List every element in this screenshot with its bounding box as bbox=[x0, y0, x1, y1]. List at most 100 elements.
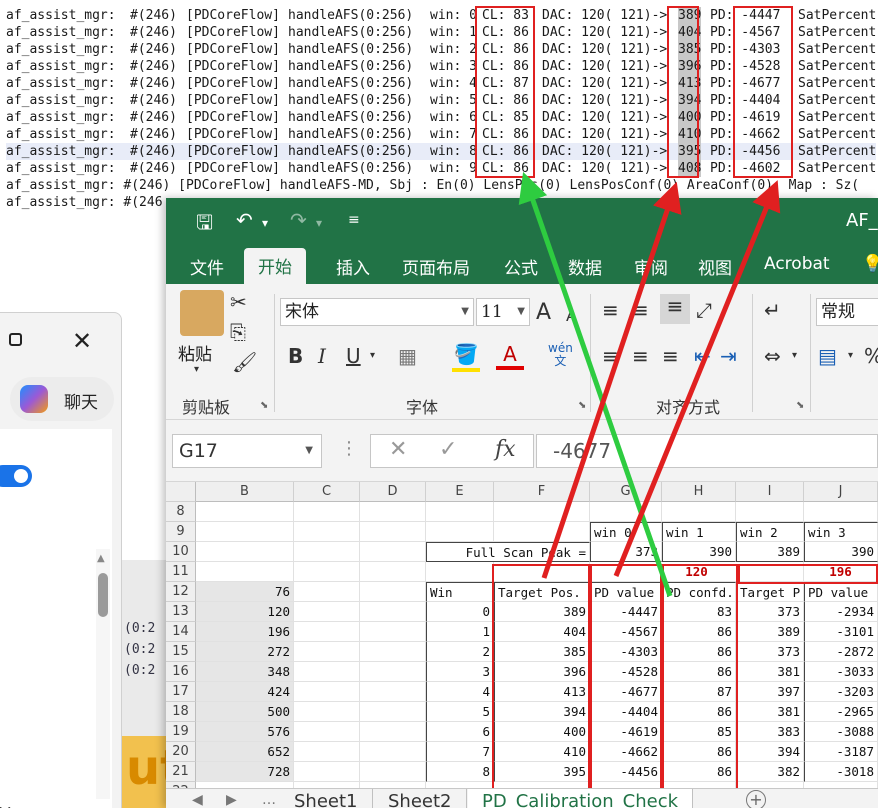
paste-label[interactable]: 粘贴 bbox=[178, 340, 212, 365]
tab-0[interactable]: 文件 bbox=[190, 254, 224, 279]
tab-5[interactable]: 数据 bbox=[568, 254, 602, 279]
sheet-tab-0[interactable]: Sheet1 bbox=[280, 789, 373, 808]
borders-icon[interactable]: ▦ bbox=[398, 344, 417, 368]
row-header[interactable]: 13 bbox=[166, 602, 196, 622]
formula-input[interactable]: -4677 bbox=[536, 434, 878, 468]
cell-I10[interactable]: 389 bbox=[736, 542, 804, 562]
cell-J17[interactable]: -3203 bbox=[804, 682, 878, 702]
cell-E14[interactable]: 1 bbox=[426, 622, 494, 642]
cut-icon[interactable]: ✂ bbox=[230, 290, 247, 314]
cell-F9[interactable] bbox=[494, 522, 590, 542]
cell-J16[interactable]: -3033 bbox=[804, 662, 878, 682]
scroll-up-icon[interactable]: ▲ bbox=[97, 553, 105, 564]
cell-E8[interactable] bbox=[426, 502, 494, 522]
cell-B20[interactable]: 652 bbox=[196, 742, 294, 762]
clipboard-launcher-icon[interactable]: ⬊ bbox=[260, 400, 268, 411]
cell-D9[interactable] bbox=[360, 522, 426, 542]
align-right-icon[interactable]: ≡ bbox=[662, 344, 679, 368]
close-icon[interactable]: ✕ bbox=[72, 327, 92, 355]
chat-button[interactable]: 聊天 bbox=[10, 377, 114, 421]
more-icon[interactable]: ⋮ bbox=[340, 438, 358, 459]
cell-H10[interactable]: 390 bbox=[662, 542, 736, 562]
cell-D10[interactable] bbox=[360, 542, 426, 562]
tab-6[interactable]: 审阅 bbox=[634, 254, 668, 279]
redo-icon[interactable]: ↷ bbox=[290, 208, 307, 232]
cell-E19[interactable]: 6 bbox=[426, 722, 494, 742]
cell-D13[interactable] bbox=[360, 602, 426, 622]
row-header[interactable]: 10 bbox=[166, 542, 196, 562]
column-header[interactable]: B bbox=[196, 482, 294, 502]
cell-D18[interactable] bbox=[360, 702, 426, 722]
sheet-tab-2[interactable]: PD_Calibration_Check bbox=[468, 789, 694, 808]
cell-C15[interactable] bbox=[294, 642, 360, 662]
cell-B9[interactable] bbox=[196, 522, 294, 542]
row-header[interactable]: 18 bbox=[166, 702, 196, 722]
fill-color-icon[interactable]: 🪣 bbox=[452, 342, 480, 372]
cell-J20[interactable]: -3187 bbox=[804, 742, 878, 762]
tab-8[interactable]: Acrobat bbox=[764, 254, 830, 274]
cell-F8[interactable] bbox=[494, 502, 590, 522]
row-header[interactable]: 12 bbox=[166, 582, 196, 602]
cell-B15[interactable]: 272 bbox=[196, 642, 294, 662]
paste-icon[interactable] bbox=[180, 290, 224, 336]
cell-C19[interactable] bbox=[294, 722, 360, 742]
cell-B11[interactable] bbox=[196, 562, 294, 582]
cell-D19[interactable] bbox=[360, 722, 426, 742]
cell-B18[interactable]: 500 bbox=[196, 702, 294, 722]
column-header[interactable]: I bbox=[736, 482, 804, 502]
cell-B13[interactable]: 120 bbox=[196, 602, 294, 622]
cell-J19[interactable]: -3088 bbox=[804, 722, 878, 742]
scrollbar-thumb[interactable] bbox=[98, 573, 108, 617]
cell-J18[interactable]: -2965 bbox=[804, 702, 878, 722]
cell-E20[interactable]: 7 bbox=[426, 742, 494, 762]
wrap-text-icon[interactable]: ↵ bbox=[764, 298, 781, 322]
row-header[interactable]: 11 bbox=[166, 562, 196, 582]
cell-J9[interactable]: win 3 bbox=[804, 522, 878, 542]
redo-dropdown-icon[interactable]: ▾ bbox=[316, 216, 322, 230]
column-header[interactable]: H bbox=[662, 482, 736, 502]
cell-D11[interactable] bbox=[360, 562, 426, 582]
cell-B12[interactable]: 76 bbox=[196, 582, 294, 602]
cell-E17[interactable]: 4 bbox=[426, 682, 494, 702]
bold-button[interactable]: B bbox=[288, 344, 303, 368]
cell-D8[interactable] bbox=[360, 502, 426, 522]
row-header[interactable]: 19 bbox=[166, 722, 196, 742]
cell-I9[interactable]: win 2 bbox=[736, 522, 804, 542]
cell-I18[interactable]: 381 bbox=[736, 702, 804, 722]
alignment-launcher-icon[interactable]: ⬊ bbox=[796, 400, 804, 411]
more-sheets-icon[interactable]: … bbox=[262, 789, 276, 808]
cell-C13[interactable] bbox=[294, 602, 360, 622]
cell-J12[interactable]: PD value bbox=[804, 582, 878, 602]
cell-J14[interactable]: -3101 bbox=[804, 622, 878, 642]
underline-dropdown-icon[interactable]: ▾ bbox=[370, 350, 375, 361]
tab-1[interactable]: 开始 bbox=[244, 248, 306, 288]
tell-me-icon[interactable]: 💡 bbox=[862, 254, 878, 274]
copy-icon[interactable]: ⎘ bbox=[230, 320, 246, 344]
cell-I12[interactable]: Target P bbox=[736, 582, 804, 602]
cell-B17[interactable]: 424 bbox=[196, 682, 294, 702]
cell-H8[interactable] bbox=[662, 502, 736, 522]
column-header[interactable]: C bbox=[294, 482, 360, 502]
cell-E13[interactable]: 0 bbox=[426, 602, 494, 622]
select-all-corner[interactable] bbox=[166, 482, 196, 502]
spreadsheet-grid[interactable]: BCDEFGHIJ8910111213141516171819202122win… bbox=[166, 482, 878, 808]
row-header[interactable]: 14 bbox=[166, 622, 196, 642]
cell-E9[interactable] bbox=[426, 522, 494, 542]
cell-D20[interactable] bbox=[360, 742, 426, 762]
tab-2[interactable]: 插入 bbox=[336, 254, 370, 279]
merge-dropdown-icon[interactable]: ▾ bbox=[792, 350, 797, 361]
cell-B16[interactable]: 348 bbox=[196, 662, 294, 682]
row-header[interactable]: 8 bbox=[166, 502, 196, 522]
tab-3[interactable]: 页面布局 bbox=[402, 254, 470, 279]
column-header[interactable]: J bbox=[804, 482, 878, 502]
cell-D12[interactable] bbox=[360, 582, 426, 602]
cell-E18[interactable]: 5 bbox=[426, 702, 494, 722]
save-icon[interactable]: 🖫 bbox=[196, 208, 213, 242]
cell-E10[interactable]: Full Scan Peak = bbox=[426, 542, 590, 562]
name-box[interactable]: G17 ▼ bbox=[172, 434, 322, 468]
merge-center-icon[interactable]: ⇔ bbox=[764, 344, 781, 368]
cell-C21[interactable] bbox=[294, 762, 360, 782]
cell-B8[interactable] bbox=[196, 502, 294, 522]
sheet-tab-1[interactable]: Sheet2 bbox=[374, 789, 467, 808]
cell-D17[interactable] bbox=[360, 682, 426, 702]
